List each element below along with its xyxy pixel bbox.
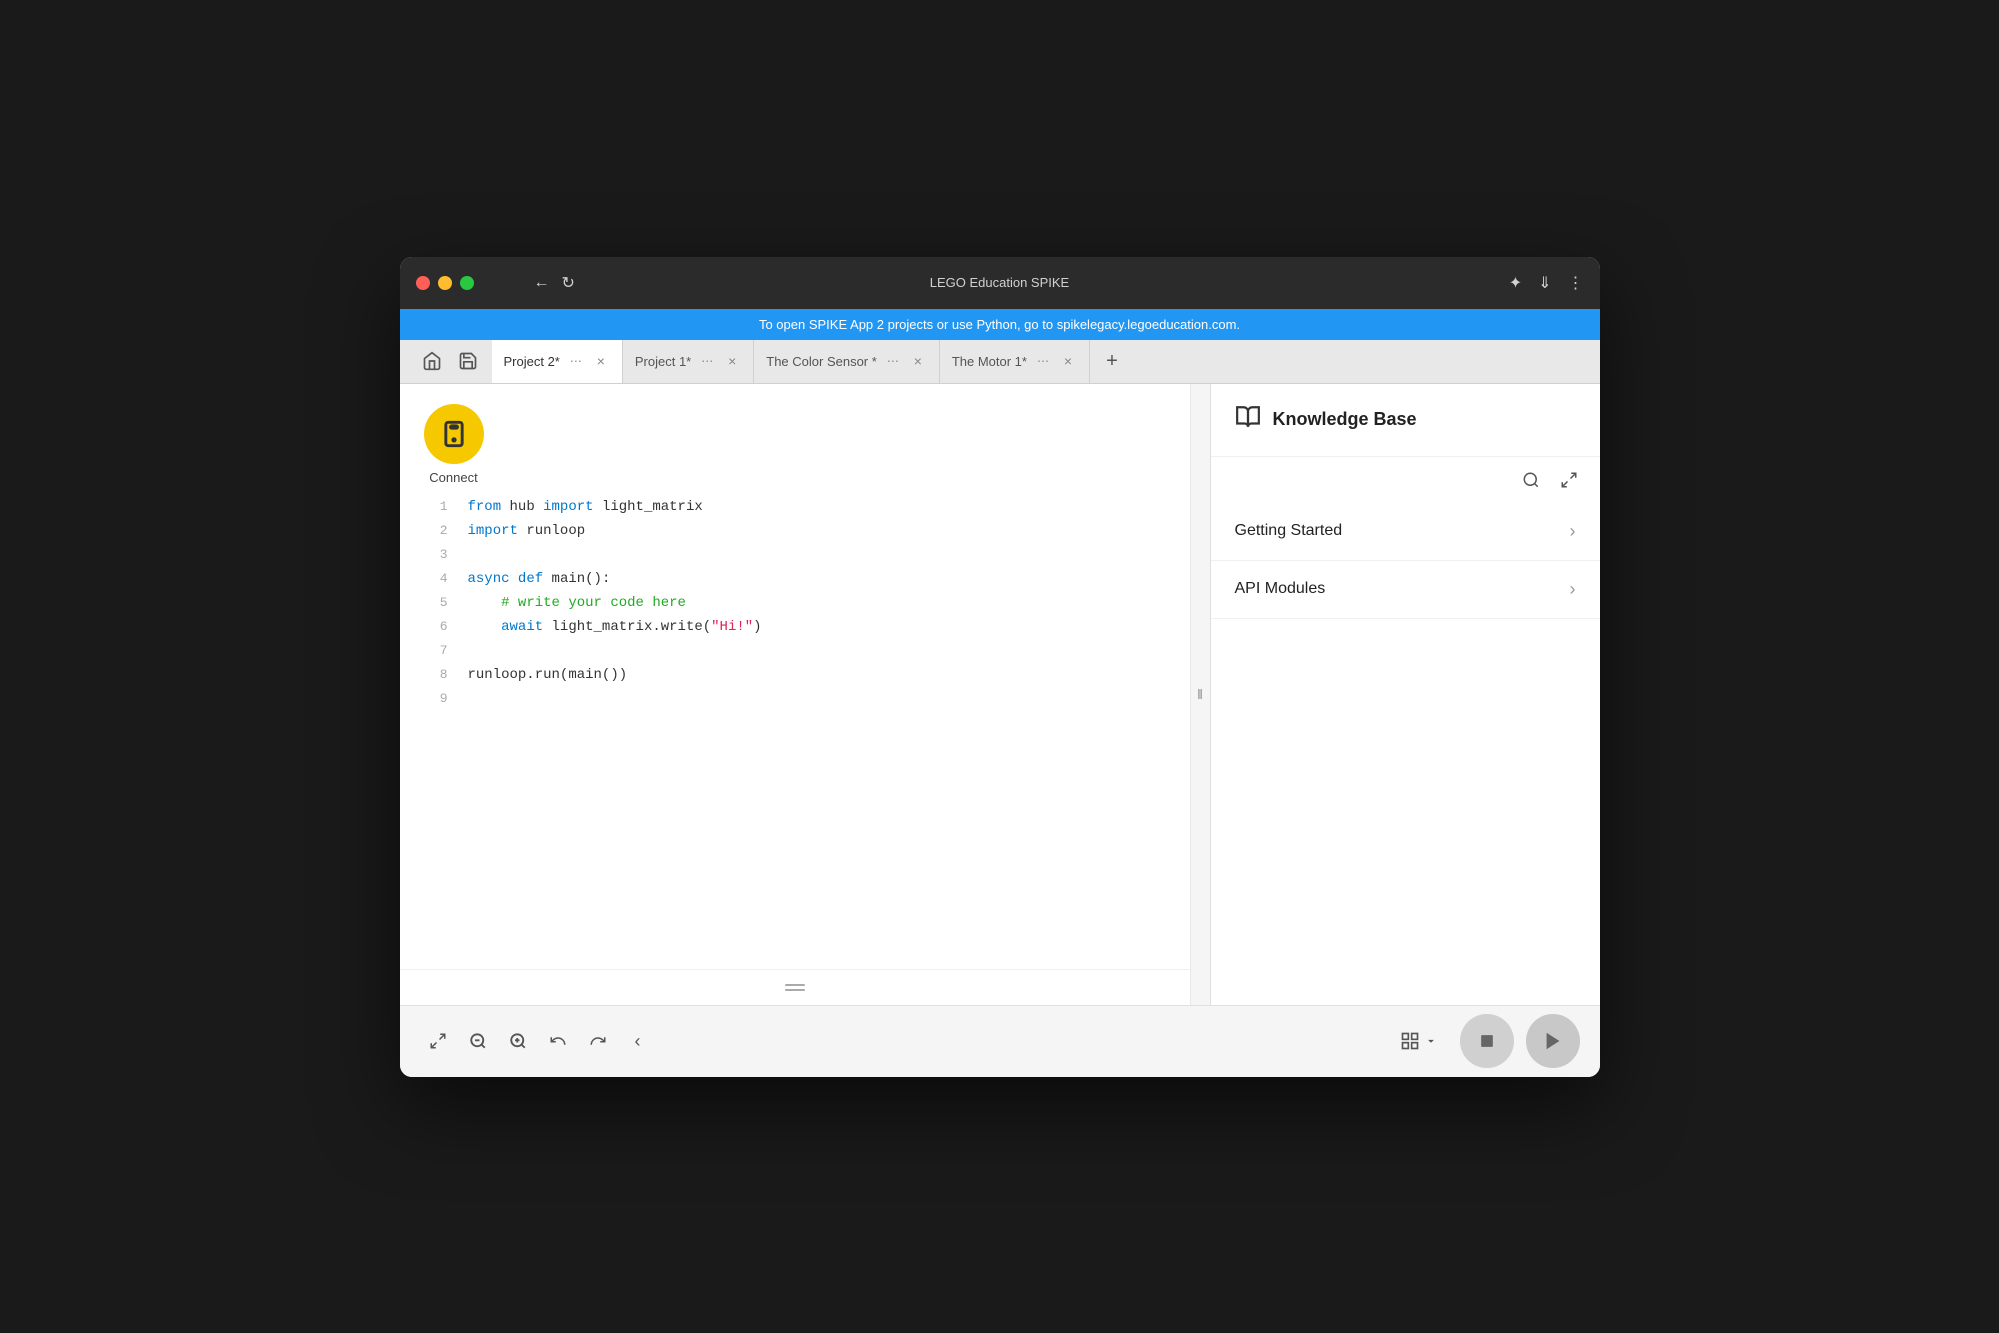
tab-close-motor[interactable]: × <box>1059 352 1077 370</box>
extensions-icon[interactable]: ✦ <box>1509 273 1522 293</box>
code-editor[interactable]: 1 from hub import light_matrix 2 import … <box>400 495 1190 969</box>
grid-view-button[interactable] <box>1390 1025 1448 1057</box>
run-controls <box>1390 1014 1580 1068</box>
chevron-right-icon: › <box>1570 521 1576 542</box>
minimize-button[interactable] <box>438 276 452 290</box>
traffic-lights <box>416 276 474 290</box>
undo-button[interactable] <box>540 1023 576 1059</box>
tab-close-project1[interactable]: × <box>723 352 741 370</box>
stop-button[interactable] <box>1460 1014 1514 1068</box>
tab-menu-project2[interactable]: ⋯ <box>568 352 584 370</box>
back-button[interactable]: ← <box>534 274 550 292</box>
code-line-6: 6 await light_matrix.write("Hi!") <box>424 615 1166 639</box>
bottom-handle-area <box>400 969 1190 1005</box>
tab-project1[interactable]: Project 1* ⋯ × <box>623 340 754 383</box>
code-line-1: 1 from hub import light_matrix <box>424 495 1166 519</box>
tab-motor[interactable]: The Motor 1* ⋯ × <box>940 340 1090 383</box>
home-button[interactable] <box>416 345 448 377</box>
connect-icon[interactable] <box>424 404 484 464</box>
add-tab-button[interactable]: + <box>1094 340 1130 383</box>
play-button[interactable] <box>1526 1014 1580 1068</box>
code-line-7: 7 <box>424 639 1166 663</box>
info-banner: To open SPIKE App 2 projects or use Pyth… <box>400 309 1600 340</box>
app-window: ← ↻ LEGO Education SPIKE ✦ ⇓ ⋮ To open S… <box>400 257 1600 1077</box>
drag-handle[interactable] <box>781 980 809 995</box>
status-bar: ‹ <box>400 1005 1600 1077</box>
knowledge-header: Knowledge Base <box>1211 384 1600 457</box>
knowledge-panel: Knowledge Base <box>1210 384 1600 1005</box>
tab-menu-color-sensor[interactable]: ⋯ <box>885 352 901 370</box>
book-icon <box>1235 404 1261 436</box>
sidebar-icons <box>408 345 492 377</box>
zoom-out-button[interactable] <box>460 1023 496 1059</box>
tab-menu-project1[interactable]: ⋯ <box>699 352 715 370</box>
reload-button[interactable]: ↻ <box>562 273 575 293</box>
titlebar: ← ↻ LEGO Education SPIKE ✦ ⇓ ⋮ <box>400 257 1600 309</box>
maximize-button[interactable] <box>460 276 474 290</box>
nav-buttons: ← ↻ <box>534 273 575 293</box>
redo-button[interactable] <box>580 1023 616 1059</box>
panel-collapse-button[interactable]: ‖ <box>1190 384 1210 1005</box>
tab-project2[interactable]: Project 2* ⋯ × <box>492 340 623 383</box>
code-line-2: 2 import runloop <box>424 519 1166 543</box>
menu-icon[interactable]: ⋮ <box>1568 273 1584 293</box>
search-button[interactable] <box>1516 465 1546 495</box>
expand-button[interactable] <box>1554 465 1584 495</box>
knowledge-title: Knowledge Base <box>1273 409 1417 430</box>
code-line-8: 8 runloop.run(main()) <box>424 663 1166 687</box>
collapse-left-button[interactable]: ‹ <box>620 1023 656 1059</box>
code-line-5: 5 # write your code here <box>424 591 1166 615</box>
tab-color-sensor[interactable]: The Color Sensor * ⋯ × <box>754 340 940 383</box>
tabs-bar: Project 2* ⋯ × Project 1* ⋯ × The Color … <box>400 340 1600 384</box>
knowledge-item-getting-started[interactable]: Getting Started › <box>1211 503 1600 561</box>
knowledge-items: Getting Started › API Modules › <box>1211 503 1600 1005</box>
tabs-list: Project 2* ⋯ × Project 1* ⋯ × The Color … <box>492 340 1600 383</box>
tab-close-color-sensor[interactable]: × <box>909 352 927 370</box>
titlebar-controls: ✦ ⇓ ⋮ <box>1509 273 1584 293</box>
zoom-in-button[interactable] <box>500 1023 536 1059</box>
main-area: Connect 1 from hub import light_matrix 2… <box>400 384 1600 1005</box>
window-title: LEGO Education SPIKE <box>930 275 1069 290</box>
code-line-3: 3 <box>424 543 1166 567</box>
save-button[interactable] <box>452 345 484 377</box>
download-icon[interactable]: ⇓ <box>1538 273 1551 293</box>
knowledge-toolbar <box>1211 457 1600 503</box>
code-line-9: 9 <box>424 687 1166 711</box>
connect-label: Connect <box>429 470 477 485</box>
knowledge-item-api-modules[interactable]: API Modules › <box>1211 561 1600 619</box>
fullscreen-button[interactable] <box>420 1023 456 1059</box>
chevron-right-icon-2: › <box>1570 579 1576 600</box>
close-button[interactable] <box>416 276 430 290</box>
tab-close-project2[interactable]: × <box>592 352 610 370</box>
tab-menu-motor[interactable]: ⋯ <box>1035 352 1051 370</box>
code-line-4: 4 async def main(): <box>424 567 1166 591</box>
editor-area: Connect 1 from hub import light_matrix 2… <box>400 384 1190 1005</box>
connect-section: Connect <box>400 384 508 495</box>
